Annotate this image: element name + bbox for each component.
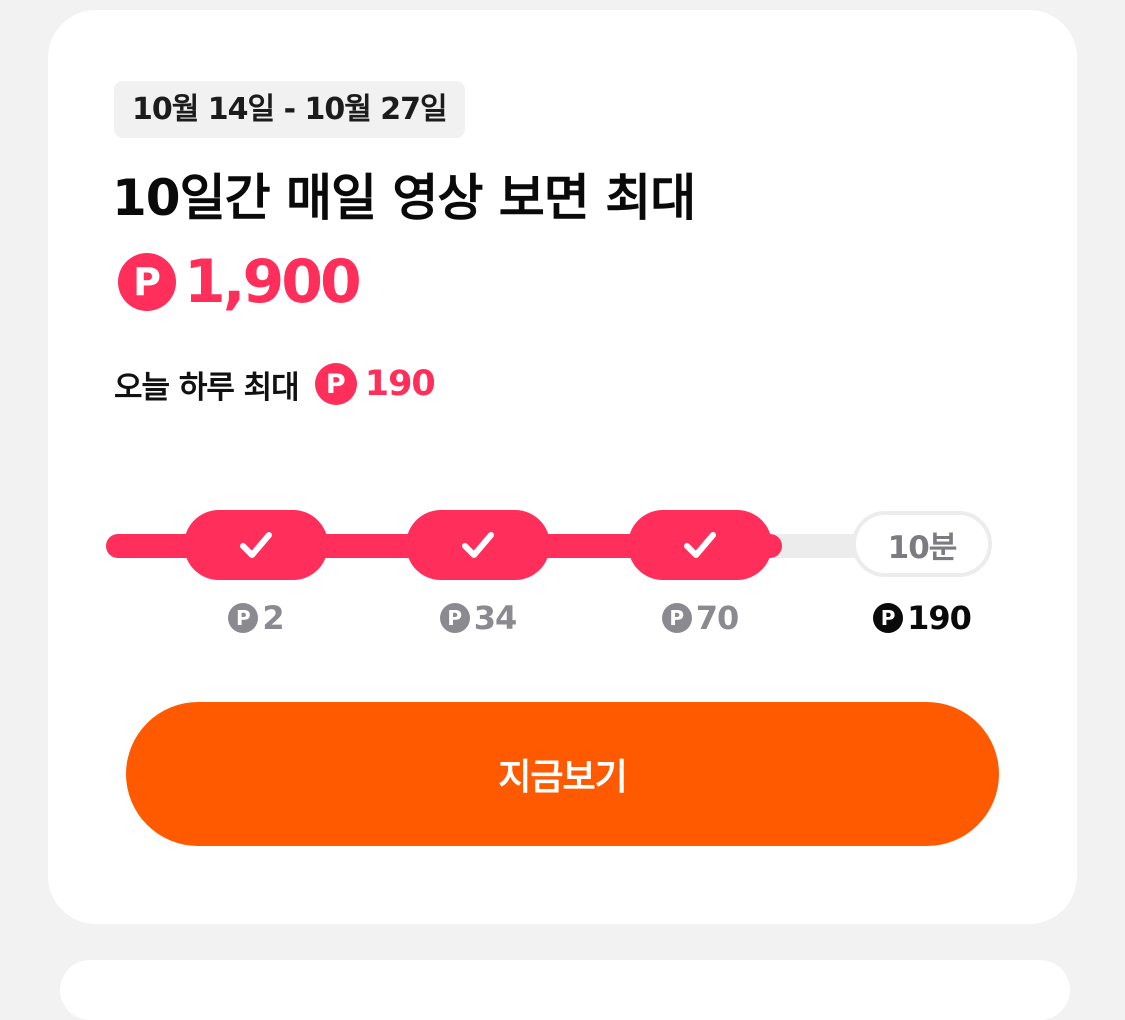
today-max-amount: 190	[364, 364, 436, 404]
step-1-reward: P 2	[176, 598, 336, 638]
point-icon: P	[661, 603, 692, 633]
next-card	[60, 960, 1070, 1020]
step-2-reward: P 34	[398, 598, 558, 638]
step-3-completed	[628, 510, 772, 580]
step-4-reward: P 190	[842, 598, 1002, 638]
step-1-completed	[184, 510, 328, 580]
step-reward-amount: 2	[262, 599, 284, 637]
max-reward: P 1,900	[118, 247, 362, 317]
point-icon: P	[314, 363, 357, 405]
watch-now-button[interactable]: 지금보기	[126, 702, 999, 846]
today-max-row: 오늘 하루 최대 P 190	[114, 360, 436, 408]
check-icon	[684, 532, 716, 558]
promo-headline: 10일간 매일 영상 보면 최대	[112, 169, 696, 227]
step-2-completed	[406, 510, 550, 580]
point-icon: P	[228, 603, 259, 633]
date-range-badge: 10월 14일 - 10월 27일	[114, 81, 465, 138]
today-max-label: 오늘 하루 최대	[114, 369, 300, 406]
point-icon: P	[439, 603, 470, 633]
step-4-pending: 10분	[852, 511, 992, 577]
max-reward-amount: 1,900	[184, 247, 362, 317]
step-3-reward: P 70	[620, 598, 780, 638]
check-icon	[462, 532, 494, 558]
point-icon: P	[873, 603, 904, 633]
check-icon	[240, 532, 272, 558]
step-reward-amount: 34	[473, 599, 518, 637]
step-reward-amount: 190	[907, 599, 972, 637]
point-icon: P	[118, 253, 176, 311]
step-reward-amount: 70	[695, 599, 740, 637]
